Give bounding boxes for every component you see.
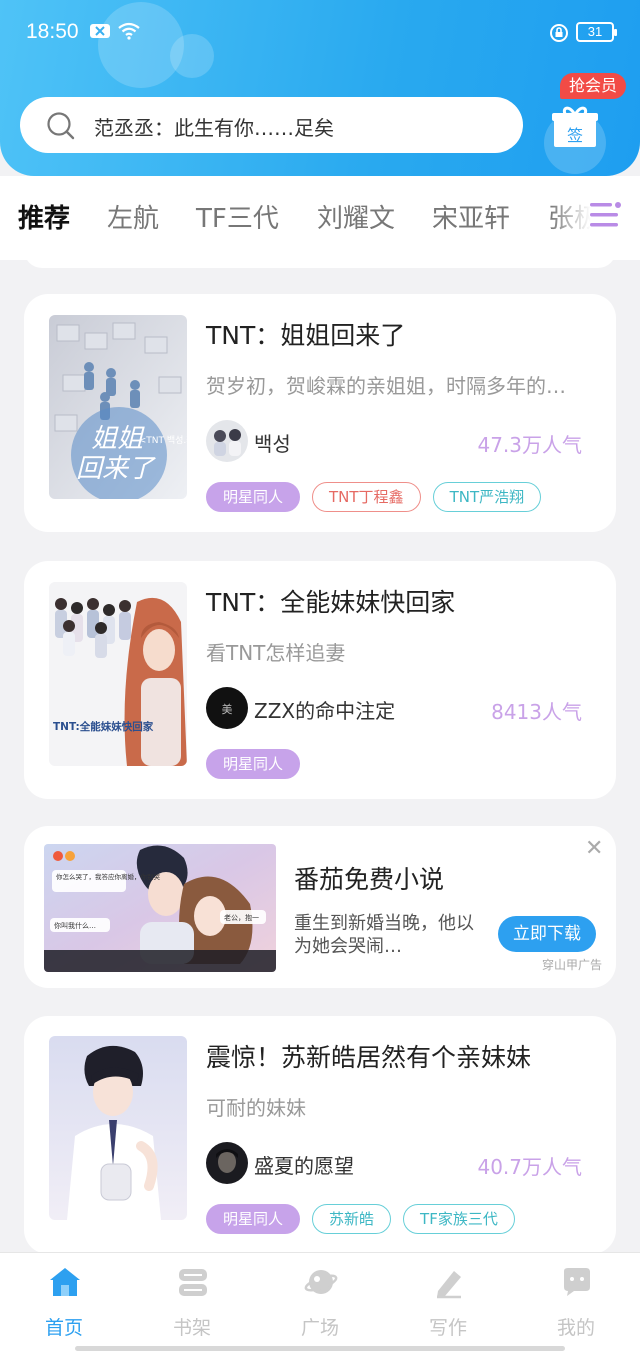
tag[interactable]: 明星同人 <box>206 1204 301 1234</box>
header: 18:50 31 范丞丞：此生有你……足矣 签 <box>0 0 640 176</box>
author-name[interactable]: ZZX的命中注定 <box>254 695 395 724</box>
nav-bookshelf[interactable]: 书架 <box>128 1253 256 1351</box>
wifi-icon <box>118 22 140 40</box>
popularity-count: 40.7万人气 <box>477 1155 582 1179</box>
author-avatar[interactable]: 美 <box>206 687 248 729</box>
cover-title: 姐姐 <box>91 424 145 454</box>
search-icon <box>47 112 75 140</box>
tag[interactable]: 明星同人 <box>206 749 301 779</box>
author-name[interactable]: 盛夏的愿望 <box>254 1150 354 1179</box>
tag[interactable]: TF家族三代 <box>403 1204 515 1234</box>
tag[interactable]: TNT丁程鑫 <box>312 482 421 512</box>
book-card[interactable]: TNT:全能妹妹快回家 TNT：全能妹妹快回家 看TNT怎样追妻 美 ZZX的命… <box>24 561 616 799</box>
ad-download-button[interactable]: 立即下载 <box>498 916 596 952</box>
nav-label: 首页 <box>44 1317 83 1339</box>
ad-bubble-text: 你怎么哭了，我答应你离婚，你别哭 <box>56 872 161 881</box>
nav-label: 广场 <box>300 1317 339 1339</box>
home-indicator <box>75 1346 565 1351</box>
tag-list: 明星同人 苏新皓 TF家族三代 <box>206 1204 515 1234</box>
svg-text:美: 美 <box>222 703 233 716</box>
bottom-navigation: 首页 书架 广场 写作 我的 <box>0 1252 640 1351</box>
tab-songyaxuan[interactable]: 宋亚轩 <box>432 198 510 235</box>
status-bar: 18:50 31 <box>0 0 640 64</box>
pen-icon <box>437 1271 461 1299</box>
tag[interactable]: 明星同人 <box>206 482 301 512</box>
popularity-count: 47.3万人气 <box>477 433 582 457</box>
search-bar[interactable]: 范丞丞：此生有你……足矣 <box>20 97 523 153</box>
cover-subtitle: <TNT 백성.著 <box>139 434 187 446</box>
ad-bubble-text: 老公，抱一 <box>224 913 259 922</box>
nav-square[interactable]: 广场 <box>256 1253 384 1351</box>
cover-title: TNT:全能妹妹快回家 <box>53 720 154 733</box>
nav-label: 写作 <box>428 1317 467 1339</box>
book-title[interactable]: TNT：全能妹妹快回家 <box>206 583 455 619</box>
ad-image: 你怎么哭了，我答应你离婚，你别哭 你叫我什么… 老公，抱一 <box>44 844 276 972</box>
book-cover: TNT:全能妹妹快回家 <box>49 582 187 766</box>
close-icon[interactable]: ✕ <box>585 836 603 861</box>
tag[interactable]: 苏新皓 <box>312 1204 392 1234</box>
gift-checkin-icon[interactable]: 签 <box>552 103 598 149</box>
nav-label: 书架 <box>172 1317 211 1339</box>
ad-bubble-text: 你叫我什么… <box>54 921 96 930</box>
tab-menu-icon[interactable] <box>590 200 622 230</box>
vip-badge[interactable]: 抢会员 <box>560 73 627 99</box>
book-description: 可耐的妹妹 <box>206 1096 306 1120</box>
home-icon <box>50 1268 80 1296</box>
ad-description: 重生到新婚当晚，他以为她会哭闹… <box>294 913 474 957</box>
tab-zuohang[interactable]: 左航 <box>107 198 159 235</box>
ad-source-label: 穿山甲广告 <box>542 958 603 972</box>
battery-indicator: 31 <box>576 22 617 42</box>
tab-tf-third-gen[interactable]: TF三代 <box>196 198 279 235</box>
search-placeholder: 范丞丞：此生有你……足矣 <box>94 116 334 140</box>
profile-chat-icon <box>564 1268 590 1296</box>
cover-title-2: 回来了 <box>76 454 156 484</box>
tag[interactable]: TNT严浩翔 <box>432 482 542 512</box>
nav-profile[interactable]: 我的 <box>512 1253 640 1351</box>
popularity-count: 8413人气 <box>491 700 582 724</box>
notification-icon <box>90 24 110 38</box>
author-avatar[interactable] <box>206 420 248 462</box>
rotation-lock-icon <box>550 24 568 42</box>
author-name[interactable]: 백성 <box>254 428 291 457</box>
bookshelf-icon <box>179 1269 207 1296</box>
nav-home[interactable]: 首页 <box>0 1253 128 1351</box>
gift-label: 签 <box>567 126 583 145</box>
ad-title[interactable]: 番茄免费小说 <box>294 860 444 896</box>
book-cover: 姐姐 回来了 <TNT 백성.著 <box>49 315 187 499</box>
ad-card[interactable]: 你怎么哭了，我答应你离婚，你别哭 你叫我什么… 老公，抱一 番茄免费小说 重生到… <box>24 826 616 988</box>
previous-card-edge <box>24 250 616 268</box>
book-description: 贺岁初，贺峻霖的亲姐姐，时隔多年的… <box>206 374 566 398</box>
book-title[interactable]: TNT：姐姐回来了 <box>206 316 405 352</box>
tab-recommend[interactable]: 推荐 <box>18 198 70 235</box>
book-description: 看TNT怎样追妻 <box>206 641 346 665</box>
status-time: 18:50 <box>26 20 79 43</box>
book-cover <box>49 1036 187 1220</box>
tag-list: 明星同人 <box>206 749 301 779</box>
nav-write[interactable]: 写作 <box>384 1253 512 1351</box>
book-card[interactable]: 震惊！苏新皓居然有个亲妹妹 可耐的妹妹 盛夏的愿望 40.7万人气 明星同人 苏… <box>24 1016 616 1254</box>
tab-liuyaowen[interactable]: 刘耀文 <box>317 198 395 235</box>
category-tabs: 推荐 左航 TF三代 刘耀文 宋亚轩 张极 <box>0 176 640 260</box>
nav-label: 我的 <box>556 1317 595 1339</box>
planet-icon <box>304 1270 338 1294</box>
book-title[interactable]: 震惊！苏新皓居然有个亲妹妹 <box>206 1038 531 1074</box>
book-card[interactable]: 姐姐 回来了 <TNT 백성.著 TNT：姐姐回来了 贺岁初，贺峻霖的亲姐姐，时… <box>24 294 616 532</box>
tag-list: 明星同人 TNT丁程鑫 TNT严浩翔 <box>206 482 542 512</box>
author-avatar[interactable] <box>206 1142 248 1184</box>
